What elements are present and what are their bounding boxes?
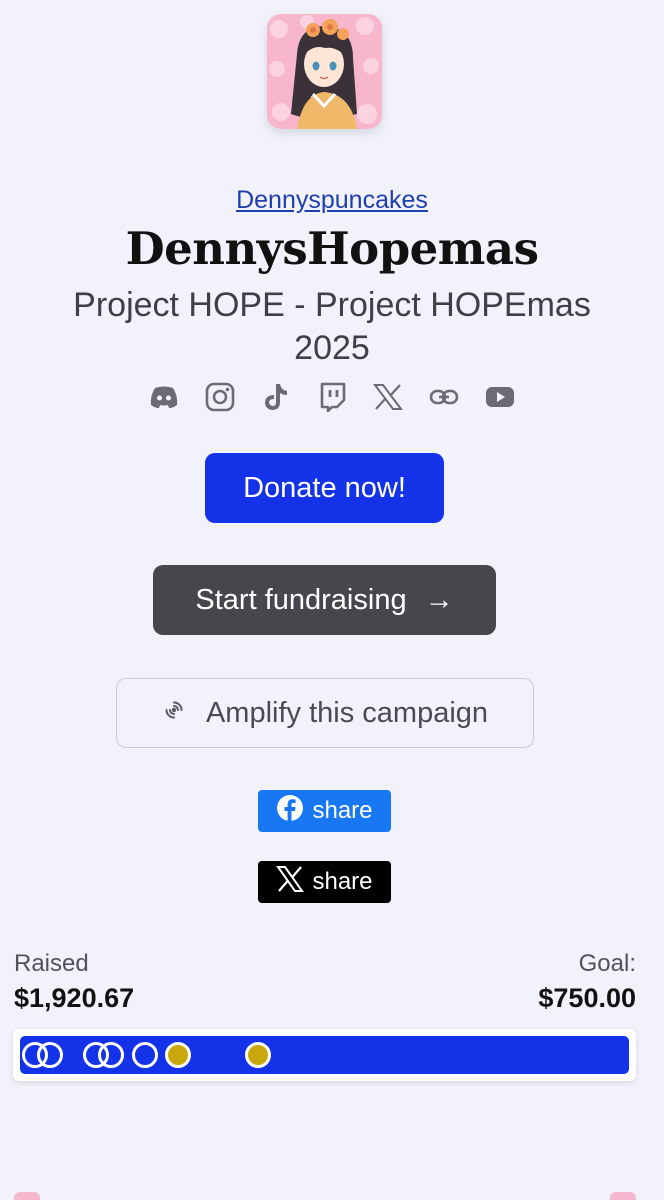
campaign-avatar — [267, 14, 382, 129]
twitch-icon[interactable] — [315, 380, 350, 414]
facebook-share-label: share — [312, 797, 373, 824]
raised-label: Raised — [14, 950, 89, 977]
broadcast-icon — [162, 697, 186, 730]
progress-bar — [13, 1029, 636, 1081]
x-icon[interactable] — [371, 380, 406, 414]
start-fundraising-button[interactable]: Start fundraising → — [153, 565, 496, 635]
milestone-marker[interactable] — [244, 1042, 271, 1068]
facebook-icon — [276, 794, 304, 829]
instagram-icon[interactable] — [203, 380, 238, 414]
corner-decoration-left — [14, 1192, 40, 1200]
raised-amount: $1,920.67 — [14, 983, 135, 1013]
social-links — [0, 380, 664, 414]
corner-decoration-right — [610, 1192, 636, 1200]
amplify-button[interactable]: Amplify this campaign — [116, 678, 534, 748]
streamer-link[interactable]: Dennyspuncakes — [0, 186, 664, 215]
tiktok-icon[interactable] — [259, 380, 294, 414]
link-icon[interactable] — [427, 380, 462, 414]
facebook-share-button[interactable]: share — [258, 790, 391, 832]
donate-button[interactable]: Donate now! — [205, 453, 444, 523]
discord-icon[interactable] — [147, 380, 182, 414]
amplify-label: Amplify this campaign — [205, 696, 489, 729]
goal-amount: $750.00 — [538, 983, 636, 1013]
milestone-marker[interactable] — [131, 1042, 158, 1068]
x-logo-icon — [276, 865, 305, 899]
donate-label: Donate now! — [243, 471, 406, 504]
x-share-button[interactable]: share — [258, 861, 391, 903]
x-share-label: share — [312, 868, 373, 895]
start-fundraising-label: Start fundraising — [195, 583, 407, 616]
youtube-icon[interactable] — [483, 380, 518, 414]
goal-label: Goal: — [578, 950, 636, 977]
campaign-subtitle: Project HOPE - Project HOPEmas 2025 — [73, 286, 591, 367]
arrow-right-icon: → — [424, 583, 454, 616]
page-title: DennysHopemas — [125, 222, 539, 275]
